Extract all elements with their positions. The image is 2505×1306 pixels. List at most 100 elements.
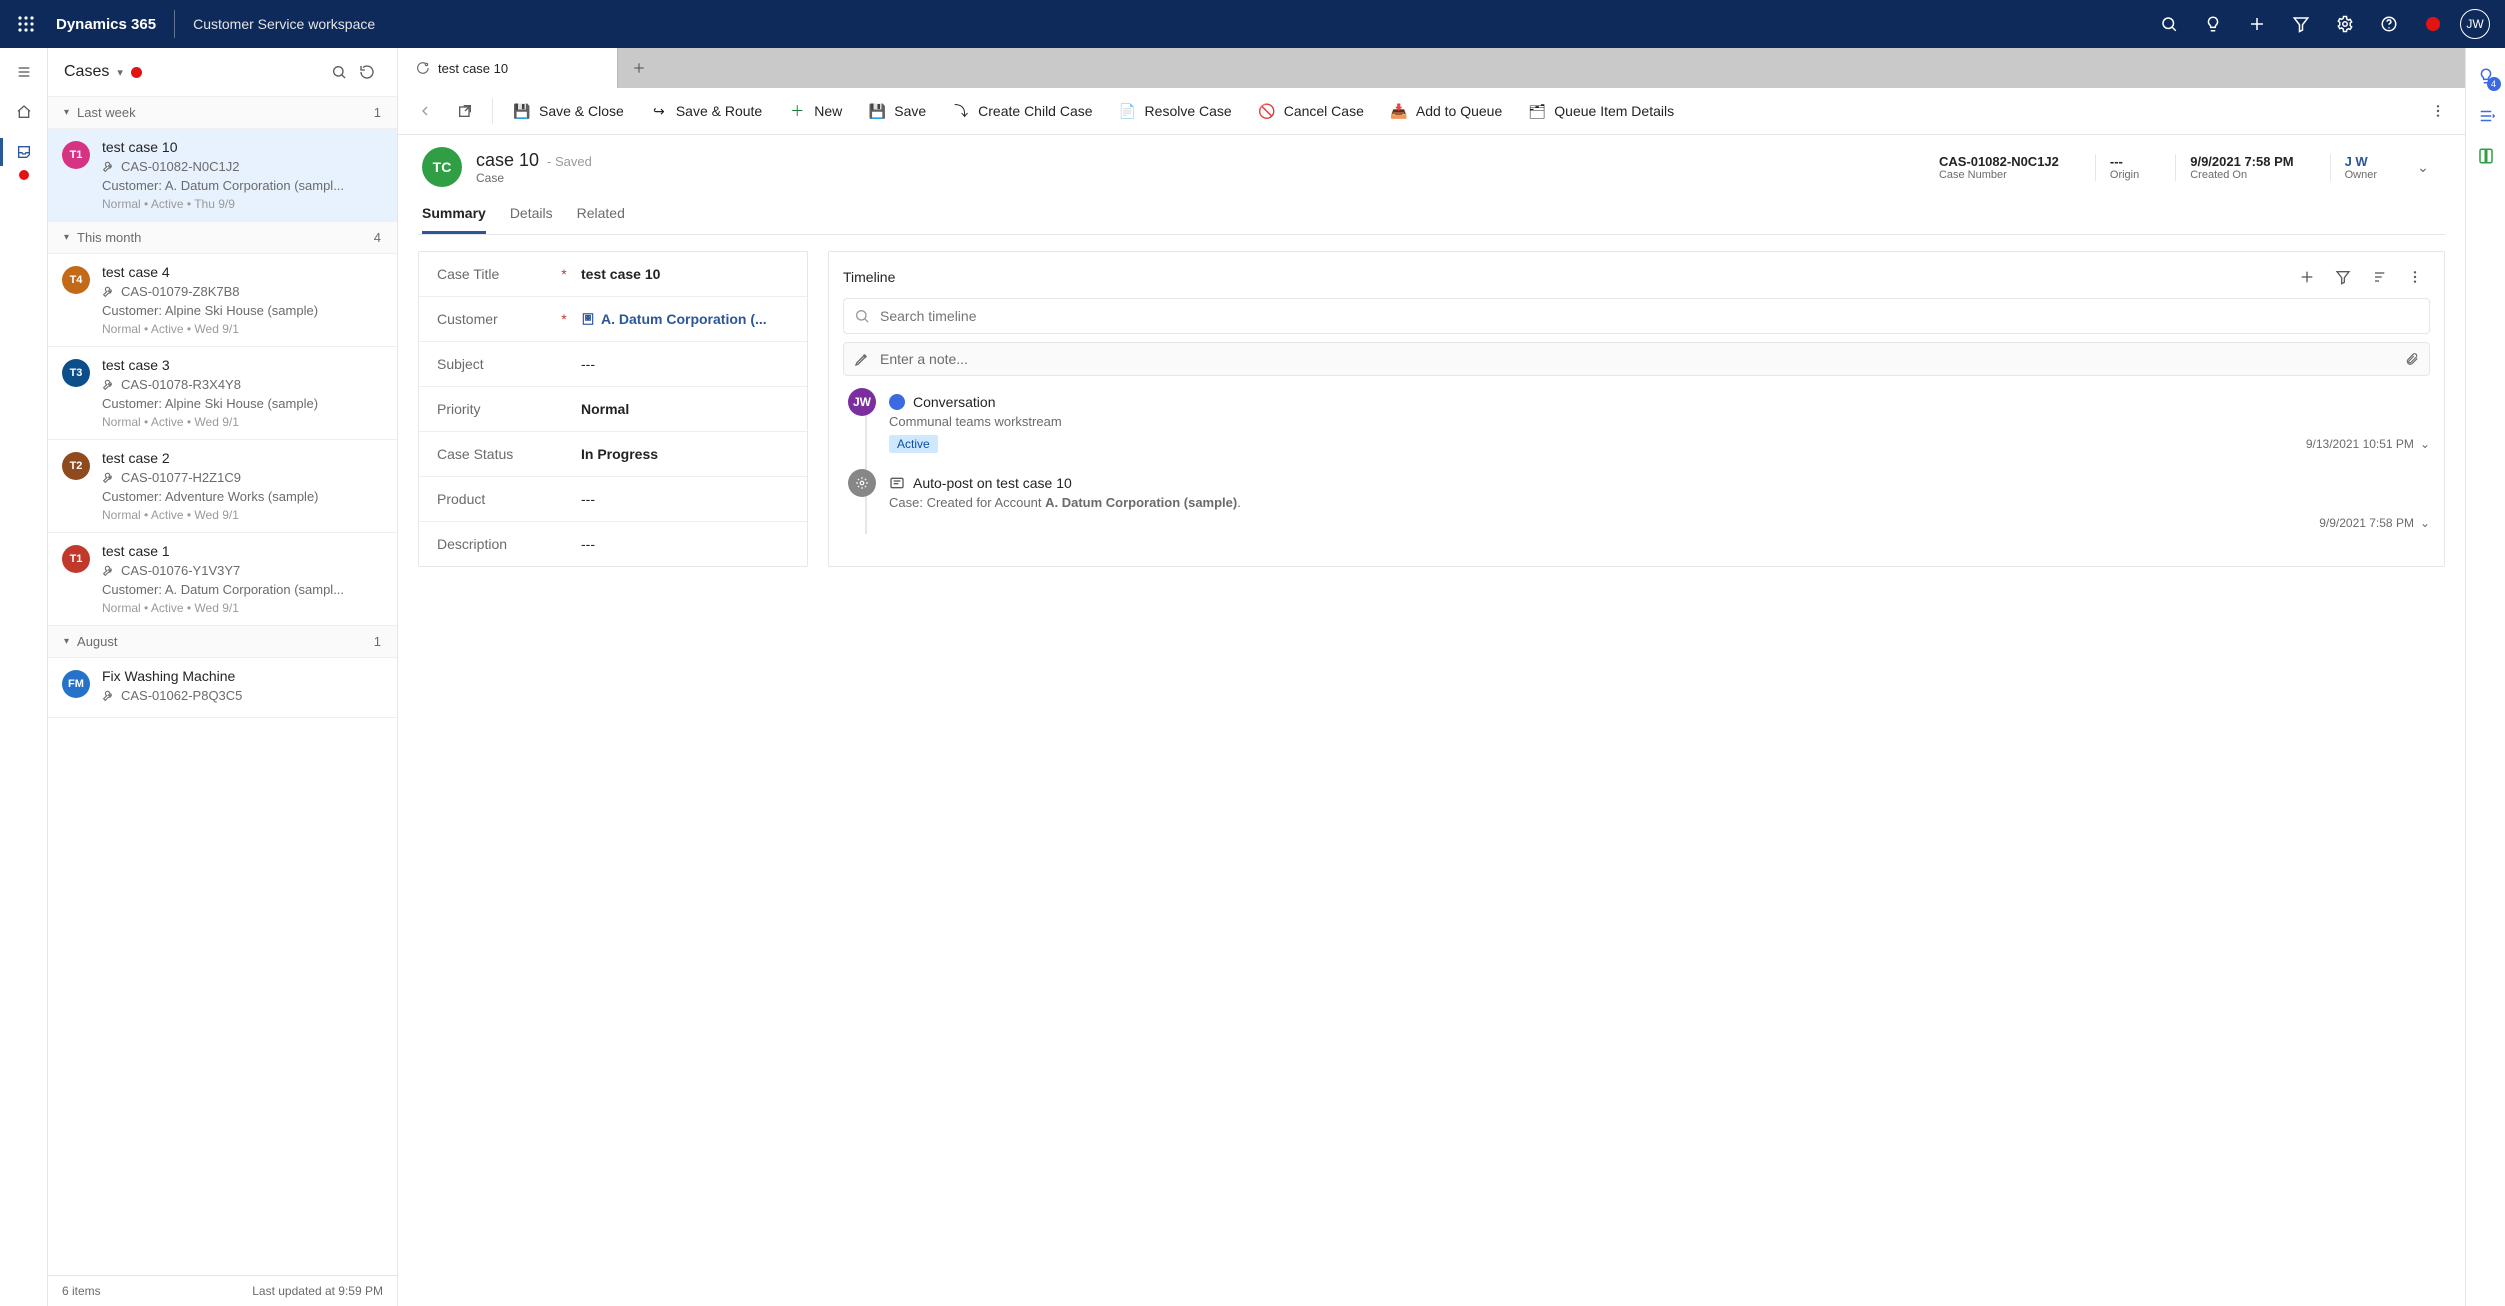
smart-assist-icon[interactable]: 4	[2466, 56, 2505, 96]
queue-icon: 📥	[1390, 103, 1408, 120]
timeline-item[interactable]: Auto-post on test case 10Case: Created f…	[889, 467, 2430, 544]
field-subject[interactable]: Subject ---	[419, 342, 807, 387]
open-new-window-icon[interactable]	[448, 94, 482, 128]
filter-icon[interactable]	[2281, 0, 2321, 48]
more-icon[interactable]	[2421, 94, 2455, 128]
new-button[interactable]: ＋New	[778, 95, 852, 127]
chevron-down-icon[interactable]: ⌄	[2420, 516, 2430, 530]
field-description[interactable]: Description ---	[419, 522, 807, 566]
entity-label: Case	[476, 171, 592, 185]
group-label: Last week	[77, 105, 136, 120]
case-avatar: T1	[62, 545, 90, 573]
chevron-down-icon: ▾	[64, 107, 69, 118]
wrench-icon	[102, 471, 115, 484]
case-item[interactable]: T1test case 10CAS-01082-N0C1J2Customer: …	[48, 129, 397, 222]
right-rail: 4	[2465, 48, 2505, 1306]
tab-related[interactable]: Related	[577, 197, 625, 234]
case-item[interactable]: T4test case 4CAS-01079-Z8K7B8Customer: A…	[48, 254, 397, 347]
save-button[interactable]: 💾Save	[858, 97, 936, 126]
cases-panel-footer: 6 items Last updated at 9:59 PM	[48, 1275, 397, 1306]
case-title: test case 1	[102, 543, 383, 559]
chevron-down-icon: ▾	[64, 232, 69, 243]
case-item[interactable]: T1 test case 1 CAS-01076-Y1V3Y7 Customer: A…	[48, 533, 397, 626]
field-product[interactable]: Product ---	[419, 477, 807, 522]
cases-count: 6 items	[62, 1284, 101, 1298]
group-count: 1	[374, 634, 381, 649]
resolve-button[interactable]: 📄Resolve Case	[1109, 97, 1242, 126]
route-icon: ↪	[650, 103, 668, 120]
case-group-header[interactable]: ▾Last week1	[48, 97, 397, 129]
case-group-header[interactable]: ▾August1	[48, 626, 397, 658]
filter-icon[interactable]	[2328, 262, 2358, 292]
app-launcher-icon[interactable]	[12, 10, 40, 38]
case-meta: Normal • Active • Wed 9/1	[102, 322, 383, 336]
chevron-down-icon[interactable]: ⌄	[2405, 159, 2441, 176]
timeline-item[interactable]: JWConversationCommunal teams workstreamA…	[889, 386, 2430, 467]
hamburger-icon[interactable]	[0, 52, 48, 92]
field-case-status[interactable]: Case Status In Progress	[419, 432, 807, 477]
search-icon[interactable]	[2149, 0, 2189, 48]
case-item[interactable]: FMFix Washing MachineCAS-01062-P8Q3C5	[48, 658, 397, 718]
case-customer: Customer: Alpine Ski House (sample)	[102, 303, 383, 318]
add-icon[interactable]	[2292, 262, 2322, 292]
case-group-header[interactable]: ▾This month4	[48, 222, 397, 254]
case-customer: Customer: Adventure Works (sample)	[102, 489, 383, 504]
case-list: ▾ Last week 1 T1test case 10CAS-01082-N0C1J…	[48, 97, 397, 1275]
case-customer: Customer: Alpine Ski House (sample)	[102, 396, 383, 411]
queue-details-icon: 🗂	[1528, 103, 1546, 120]
user-avatar[interactable]: JW	[2457, 0, 2497, 48]
case-customer: Customer: A. Datum Corporation (sampl...	[102, 582, 383, 597]
queue-details-button[interactable]: 🗂Queue Item Details	[1518, 97, 1684, 126]
session-tab[interactable]: test case 10	[398, 48, 618, 88]
command-bar: 💾Save & Close ↪Save & Route ＋New 💾Save ⤵…	[398, 88, 2465, 135]
attach-icon[interactable]	[2405, 352, 2419, 366]
save-close-button[interactable]: 💾Save & Close	[503, 97, 634, 126]
case-item[interactable]: T3test case 3CAS-01078-R3X4Y8Customer: A…	[48, 347, 397, 440]
chevron-down-icon[interactable]: ▾	[117, 66, 123, 79]
inbox-icon[interactable]	[0, 132, 48, 172]
cases-panel-title[interactable]: Cases	[64, 63, 109, 81]
case-number: CAS-01076-Y1V3Y7	[102, 563, 383, 578]
field-case-title[interactable]: Case Title * test case 10	[419, 252, 807, 297]
tab-details[interactable]: Details	[510, 197, 553, 234]
timeline-item-timestamp: 9/9/2021 7:58 PM	[2319, 516, 2414, 530]
stat-origin: ---	[2110, 154, 2139, 169]
case-meta: Normal • Active • Thu 9/9	[102, 197, 383, 211]
chevron-down-icon[interactable]: ⌄	[2420, 437, 2430, 451]
timeline-search[interactable]	[843, 298, 2430, 334]
field-priority[interactable]: Priority Normal	[419, 387, 807, 432]
field-customer[interactable]: Customer * A. Datum Corporation (...	[419, 297, 807, 342]
save-route-button[interactable]: ↪Save & Route	[640, 97, 772, 126]
refresh-icon[interactable]	[353, 58, 381, 86]
case-item[interactable]: T2test case 2CAS-01077-H2Z1C9Customer: A…	[48, 440, 397, 533]
knowledge-icon[interactable]	[2466, 136, 2505, 176]
tab-summary[interactable]: Summary	[422, 197, 486, 234]
stat-owner[interactable]: J W	[2345, 154, 2377, 169]
wrench-icon	[102, 689, 115, 702]
cancel-button[interactable]: 🚫Cancel Case	[1248, 97, 1374, 126]
timeline-search-input[interactable]	[878, 307, 2419, 325]
back-icon[interactable]	[408, 94, 442, 128]
productivity-pane-icon[interactable]	[2466, 96, 2505, 136]
timeline-item-timestamp: 9/13/2021 10:51 PM	[2306, 437, 2414, 451]
add-tab-button[interactable]	[618, 48, 660, 88]
sort-icon[interactable]	[2364, 262, 2394, 292]
add-queue-button[interactable]: 📥Add to Queue	[1380, 97, 1512, 126]
timeline-item-title: Auto-post on test case 10	[913, 475, 1072, 491]
help-icon[interactable]	[2369, 0, 2409, 48]
create-child-button[interactable]: ⤵Create Child Case	[942, 95, 1102, 127]
record-avatar: TC	[422, 147, 462, 187]
lightbulb-icon[interactable]	[2193, 0, 2233, 48]
case-meta: Normal • Active • Wed 9/1	[102, 508, 383, 522]
home-icon[interactable]	[0, 92, 48, 132]
timeline-note[interactable]: Enter a note...	[843, 342, 2430, 376]
search-icon[interactable]	[325, 58, 353, 86]
form-tabs: Summary Details Related	[418, 197, 2445, 235]
more-icon[interactable]	[2400, 262, 2430, 292]
add-icon[interactable]	[2237, 0, 2277, 48]
case-number: CAS-01062-P8Q3C5	[102, 688, 383, 703]
case-customer: Customer: A. Datum Corporation (sampl...	[102, 178, 383, 193]
wrench-icon	[102, 564, 115, 577]
case-number: CAS-01077-H2Z1C9	[102, 470, 383, 485]
gear-icon[interactable]	[2325, 0, 2365, 48]
